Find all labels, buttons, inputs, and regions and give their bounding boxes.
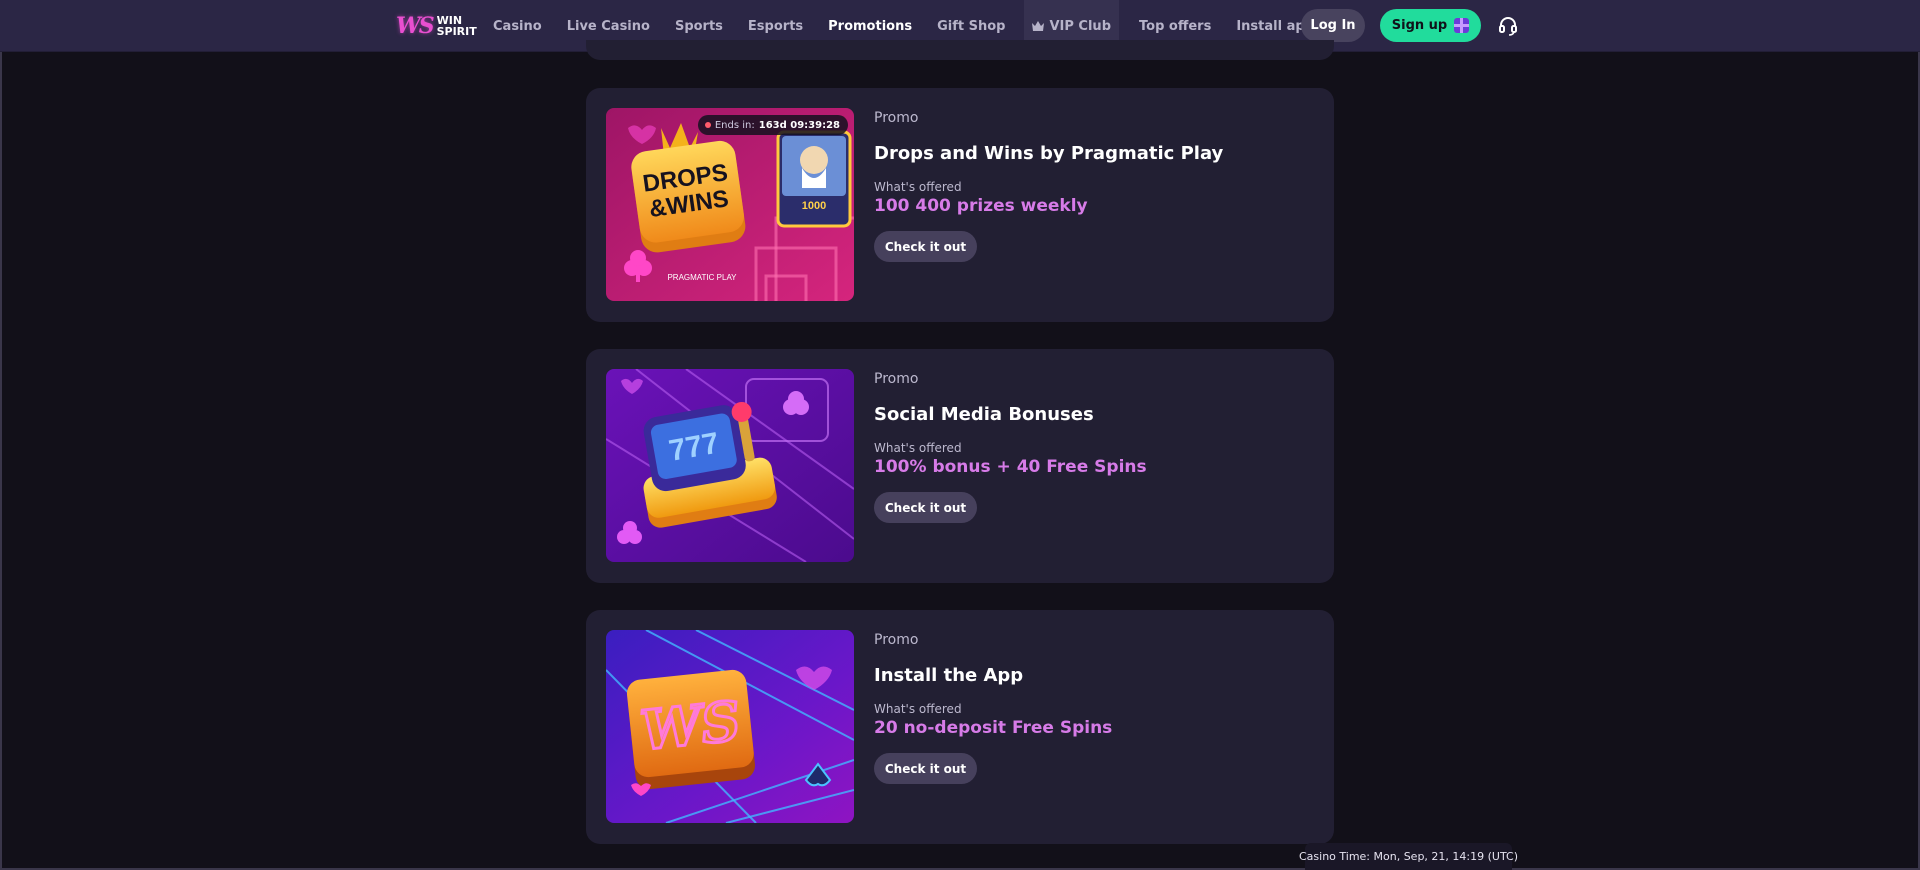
site-logo[interactable]: WS WIN SPIRIT	[396, 10, 477, 42]
slot-machine-artwork: 777	[606, 369, 854, 562]
promo-offered-value: 20 no-deposit Free Spins	[874, 718, 1113, 738]
check-it-out-button[interactable]: Check it out	[874, 231, 977, 262]
promo-card-install-app: WS Promo Install the App What's offered …	[586, 610, 1334, 844]
promo-tag: Promo	[874, 110, 919, 126]
promo-tag: Promo	[874, 371, 919, 387]
login-button[interactable]: Log In	[1301, 9, 1365, 42]
promo-offered-label: What's offered	[874, 702, 962, 716]
nav-esports[interactable]: Esports	[748, 19, 803, 34]
signup-label: Sign up	[1391, 18, 1448, 33]
nav-promotions[interactable]: Promotions	[828, 19, 912, 34]
window-frame-left	[0, 0, 2, 870]
signup-button[interactable]: Sign up	[1380, 9, 1481, 42]
nav-vip-label: VIP Club	[1049, 18, 1111, 34]
promo-tag: Promo	[874, 632, 919, 648]
promo-image-drops-and-wins[interactable]: DROPS &WINS 1000 PRAGMATIC PLAY Ends in:…	[606, 108, 854, 301]
promo-title: Social Media Bonuses	[874, 404, 1094, 425]
image-prize-text: 1000	[802, 200, 826, 212]
promo-offered-value: 100 400 prizes weekly	[874, 196, 1088, 216]
casino-time-badge: Casino Time: Mon, Sep, 21, 14:19 (UTC)	[1299, 843, 1518, 870]
nav-casino[interactable]: Casino	[493, 19, 542, 34]
promo-offered-label: What's offered	[874, 180, 962, 194]
promo-title: Drops and Wins by Pragmatic Play	[874, 143, 1224, 164]
promo-offered-label: What's offered	[874, 441, 962, 455]
timer-label: Ends in:	[714, 119, 755, 131]
crown-icon	[1032, 21, 1045, 31]
promo-image-social-media[interactable]: 777	[606, 369, 854, 562]
headset-icon[interactable]	[1498, 16, 1518, 36]
promo-offered-value: 100% bonus + 40 Free Spins	[874, 457, 1147, 477]
timer-value: 163d 09:39:28	[758, 119, 840, 131]
nav-live-casino[interactable]: Live Casino	[567, 19, 650, 34]
promo-title: Install the App	[874, 665, 1024, 686]
check-it-out-button[interactable]: Check it out	[874, 753, 977, 784]
image-text-ws: WS	[638, 688, 744, 762]
install-app-artwork: WS	[606, 630, 854, 823]
nav-top-offers[interactable]: Top offers	[1139, 19, 1211, 34]
live-dot-icon	[704, 122, 711, 128]
logo-wordmark: WIN SPIRIT	[436, 14, 477, 38]
nav-gift-shop[interactable]: Gift Shop	[937, 19, 1005, 34]
check-it-out-button[interactable]: Check it out	[874, 492, 977, 523]
promo-card-social-media: 777 Promo Social Media Bonuses What's of…	[586, 349, 1334, 583]
promo-image-install-app[interactable]: WS	[606, 630, 854, 823]
gift-icon	[1454, 18, 1470, 33]
promo-card-drops-and-wins: DROPS &WINS 1000 PRAGMATIC PLAY Ends in:…	[586, 88, 1334, 322]
drops-and-wins-artwork: DROPS &WINS 1000 PRAGMATIC PLAY	[606, 108, 854, 301]
logo-mark: WS	[396, 13, 435, 39]
previous-promo-card	[586, 40, 1334, 60]
countdown-timer: Ends in: 163d 09:39:28	[697, 115, 848, 135]
nav-sports[interactable]: Sports	[675, 19, 723, 34]
image-provider-text: PRAGMATIC PLAY	[667, 273, 737, 282]
